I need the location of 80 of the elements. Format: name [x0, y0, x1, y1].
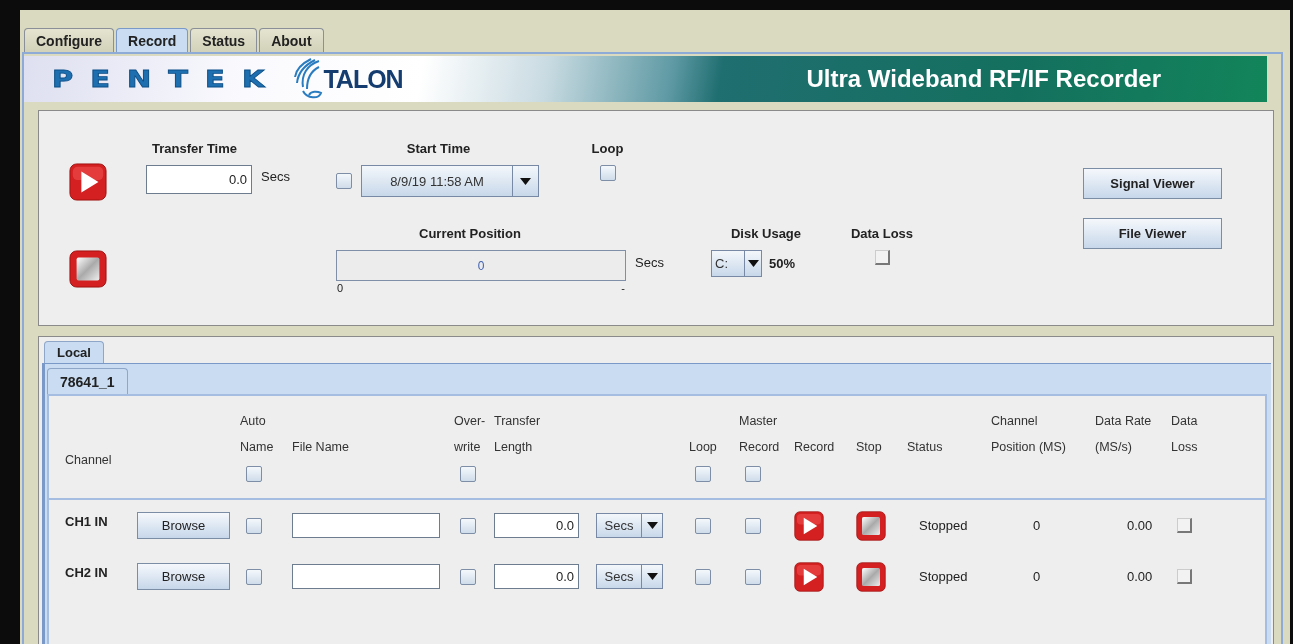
disk-usage-reading: 50%: [769, 256, 796, 271]
caret-icon: [646, 573, 658, 580]
unit-dropdown[interactable]: Secs: [596, 564, 663, 589]
tab[interactable]: 78641_1: [47, 368, 128, 394]
brand-logo-text: PENTEK: [52, 65, 282, 93]
browse-button[interactable]: Browse: [137, 512, 230, 539]
viewer-button[interactable]: File Viewer: [1083, 218, 1222, 249]
stop-icon[interactable]: [856, 561, 886, 592]
file-name-field[interactable]: [292, 564, 440, 589]
transfer-time-field[interactable]: 0.0: [146, 165, 252, 194]
column-header: Data Rate (MS/s): [1095, 413, 1152, 456]
column-header: Transfer Length: [494, 413, 541, 456]
checkbox[interactable]: [460, 517, 476, 534]
column-header: Auto Name: [240, 413, 274, 456]
start-time-dropdown[interactable]: 8/9/19 11:58 AM: [361, 165, 539, 197]
browse-button[interactable]: Browse: [137, 563, 230, 590]
play-icon[interactable]: [794, 510, 824, 541]
data-rate-value: 0.00: [1126, 518, 1154, 533]
product-logo-text: TALON: [323, 64, 403, 94]
field-label: Disk Usage: [730, 226, 802, 241]
bird-icon: [293, 57, 324, 101]
field-label: Current Position: [419, 226, 521, 241]
checkbox[interactable]: [246, 568, 262, 585]
data-rate-value: 0.00: [1126, 569, 1154, 584]
caret-icon: [646, 522, 658, 529]
checkbox[interactable]: [695, 517, 711, 534]
status-text: Stopped: [918, 518, 969, 533]
caret-icon: [520, 177, 531, 185]
play-icon[interactable]: [69, 163, 107, 201]
caret-icon: [747, 260, 759, 267]
column-header: Channel: [65, 452, 112, 469]
checkbox[interactable]: [246, 466, 262, 482]
unit-label: Secs: [635, 255, 664, 270]
column-header: Channel Position (MS): [991, 413, 1067, 456]
unit-label: Secs: [261, 169, 290, 184]
field-label: Loop: [591, 141, 624, 156]
field-label: Start Time: [406, 141, 471, 156]
field-label: Data Loss: [850, 226, 914, 241]
column-header: Over- write: [454, 413, 486, 456]
transfer-length-field[interactable]: 0.0: [494, 513, 579, 538]
position-bar: 0: [336, 250, 626, 281]
tab[interactable]: Status: [190, 28, 258, 52]
status-text: Stopped: [918, 569, 969, 584]
checkbox[interactable]: [460, 568, 476, 585]
drive-dropdown[interactable]: C:: [711, 250, 762, 277]
unit-dropdown[interactable]: Secs: [596, 513, 663, 538]
checkbox[interactable]: [695, 568, 711, 585]
column-header: File Name: [292, 439, 349, 456]
tab[interactable]: About: [259, 28, 324, 52]
app-title: Ultra Wideband RF/IF Recorder: [806, 65, 1161, 93]
column-header: Master Record: [739, 413, 780, 456]
channel-label: CH1 IN: [64, 514, 109, 529]
checkbox[interactable]: [246, 517, 262, 534]
checkbox[interactable]: [695, 466, 711, 482]
transfer-length-field[interactable]: 0.0: [494, 564, 579, 589]
checkbox[interactable]: [599, 165, 616, 181]
checkbox[interactable]: [745, 568, 761, 585]
tab[interactable]: Local: [44, 341, 104, 363]
stop-icon[interactable]: [69, 250, 107, 288]
range-end: -: [621, 282, 625, 294]
checkbox[interactable]: [745, 517, 761, 534]
column-header: Record: [794, 439, 835, 456]
checkbox[interactable]: [460, 466, 476, 482]
field-label: Transfer Time: [152, 141, 238, 156]
tab[interactable]: Configure: [24, 28, 115, 52]
file-name-field[interactable]: [292, 513, 440, 538]
checkbox[interactable]: [745, 466, 761, 482]
column-header: Stop: [856, 439, 882, 456]
range-start: 0: [337, 282, 344, 294]
position-value: 0: [1032, 569, 1042, 584]
tab[interactable]: Record: [116, 28, 189, 52]
play-icon[interactable]: [794, 561, 824, 592]
stop-icon[interactable]: [856, 510, 886, 541]
channel-label: CH2 IN: [64, 565, 109, 580]
position-value: 0: [1032, 518, 1042, 533]
column-header: Loop: [689, 439, 717, 456]
column-header: Status: [907, 439, 943, 456]
viewer-button[interactable]: Signal Viewer: [1083, 168, 1222, 199]
checkbox[interactable]: [336, 173, 352, 189]
column-header: Data Loss: [1171, 413, 1198, 456]
